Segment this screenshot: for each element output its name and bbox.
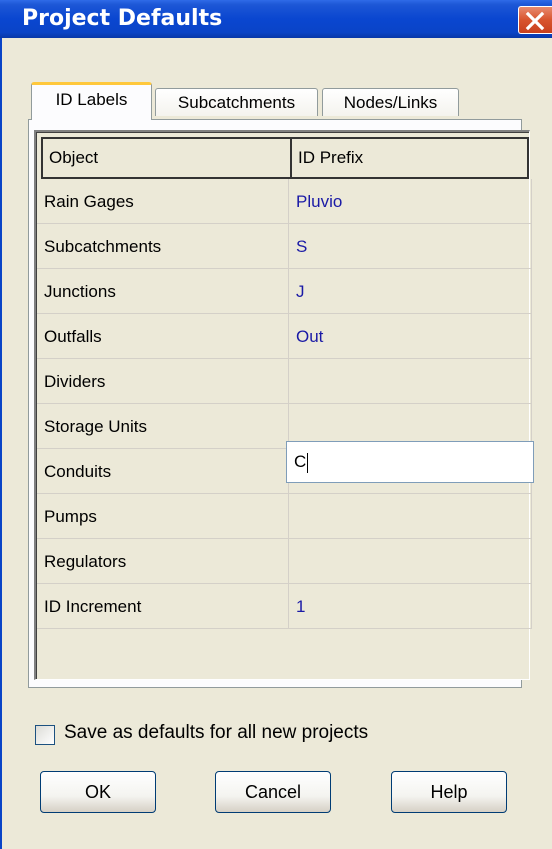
row-object: Subcatchments [37,224,289,269]
row-object: Pumps [37,494,289,539]
ok-button[interactable]: OK [40,771,156,813]
row-prefix[interactable]: J [289,269,532,314]
row-object: Storage Units [37,404,289,449]
table-row[interactable]: ID Increment 1 [37,584,532,629]
save-defaults-checkbox[interactable] [35,725,55,745]
text-caret [307,452,309,473]
row-object: Rain Gages [37,179,289,224]
row-prefix[interactable]: 1 [289,584,532,629]
table-row[interactable]: Subcatchments S [37,224,532,269]
grid-header-row: Object ID Prefix [41,137,529,179]
table-row[interactable]: Rain Gages Pluvio [37,179,532,224]
row-prefix[interactable] [289,539,532,584]
table-row[interactable]: Junctions J [37,269,532,314]
row-object: Conduits [37,449,289,494]
tab-subcatchments[interactable]: Subcatchments [155,88,318,116]
cancel-button[interactable]: Cancel [215,771,331,813]
table-row[interactable]: Dividers [37,359,532,404]
tab-nodes-links[interactable]: Nodes/Links [322,88,459,116]
table-row[interactable]: Pumps [37,494,532,539]
window-title: Project Defaults [22,6,223,31]
conduits-prefix-value: C [294,452,307,471]
window-frame [0,38,2,849]
help-button[interactable]: Help [391,771,507,813]
conduits-prefix-input[interactable]: C [286,441,534,483]
row-prefix[interactable] [289,359,532,404]
close-button[interactable] [518,6,552,34]
id-prefix-grid[interactable]: Object ID Prefix Rain Gages Pluvio Subca… [34,130,532,680]
project-defaults-dialog: Project Defaults ID Labels Subcatchments… [0,0,552,849]
row-prefix[interactable] [289,494,532,539]
grid-body: Object ID Prefix Rain Gages Pluvio Subca… [36,132,532,679]
row-object: Junctions [37,269,289,314]
header-id-prefix: ID Prefix [298,148,364,167]
header-object: Object [43,139,292,177]
row-object: Dividers [37,359,289,404]
table-row[interactable]: Outfalls Out [37,314,532,359]
row-prefix[interactable]: Out [289,314,532,359]
row-prefix[interactable]: S [289,224,532,269]
tab-id-labels[interactable]: ID Labels [31,82,152,120]
row-object: Regulators [37,539,289,584]
table-row[interactable]: Regulators [37,539,532,584]
row-object: ID Increment [37,584,289,629]
save-defaults-label[interactable]: Save as defaults for all new projects [64,722,368,744]
title-bar[interactable]: Project Defaults [0,0,552,38]
row-object: Outfalls [37,314,289,359]
row-prefix[interactable]: Pluvio [289,179,532,224]
